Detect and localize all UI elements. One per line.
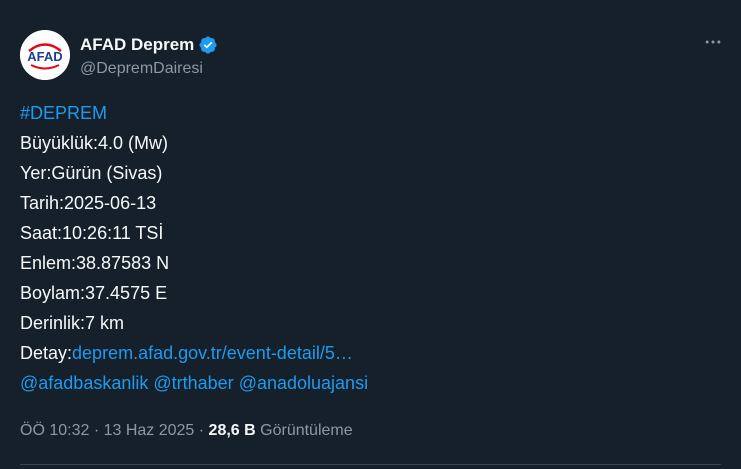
meta-separator-2: · xyxy=(194,422,209,439)
afad-logo-icon: AFAD xyxy=(20,30,70,80)
depth-text: Derinlik:7 km xyxy=(20,313,125,333)
meta-separator: · xyxy=(89,422,104,439)
mention-afadbaskanlik[interactable]: @afadbaskanlik xyxy=(20,373,148,393)
avatar-text: AFAD xyxy=(27,49,62,64)
detail-link[interactable]: deprem.afad.gov.tr/event-detail/5… xyxy=(72,343,353,363)
tweet-meta: ÖÖ 10:32 · 13 Haz 2025 · 28,6 B Görüntül… xyxy=(20,422,353,440)
mention-anadoluajansi[interactable]: @anadoluajansi xyxy=(239,373,368,393)
more-options-icon[interactable] xyxy=(701,30,725,54)
time-text: Saat:10:26:11 TSİ xyxy=(20,223,164,243)
detail-label: Detay: xyxy=(20,343,73,363)
tweet-body: #DEPREM Büyüklük:4.0 (Mw) Yer:Gürün (Siv… xyxy=(20,98,368,398)
magnitude-text: Büyüklük:4.0 (Mw) xyxy=(20,133,169,153)
tweet-date[interactable]: 13 Haz 2025 xyxy=(104,422,195,439)
latitude-text: Enlem:38.87583 N xyxy=(20,253,170,273)
avatar[interactable]: AFAD xyxy=(20,30,70,80)
tweet-time[interactable]: ÖÖ 10:32 xyxy=(20,422,89,439)
views-count: 28,6 B xyxy=(208,422,256,439)
tweet-header: AFAD AFAD Deprem @DepremDairesi xyxy=(20,30,218,80)
verified-badge-icon[interactable] xyxy=(198,35,218,55)
mentions-row: @afadbaskanlik @trthaber @anadoluajansi xyxy=(20,368,368,398)
hashtag-link[interactable]: #DEPREM xyxy=(20,103,107,123)
tweet: AFAD AFAD Deprem @DepremDairesi #DEPREM … xyxy=(0,0,741,469)
date-text: Tarih:2025-06-13 xyxy=(20,193,157,213)
author-handle[interactable]: @DepremDairesi xyxy=(80,60,218,78)
divider xyxy=(20,464,721,465)
mention-trthaber[interactable]: @trthaber xyxy=(153,373,233,393)
location-text: Yer:Gürün (Sivas) xyxy=(20,163,163,183)
longitude-text: Boylam:37.4575 E xyxy=(20,283,168,303)
views-label: Görüntüleme xyxy=(260,422,353,439)
author-display-name[interactable]: AFAD Deprem xyxy=(80,35,194,55)
author-names: AFAD Deprem @DepremDairesi xyxy=(80,33,218,78)
name-row: AFAD Deprem xyxy=(80,33,218,57)
